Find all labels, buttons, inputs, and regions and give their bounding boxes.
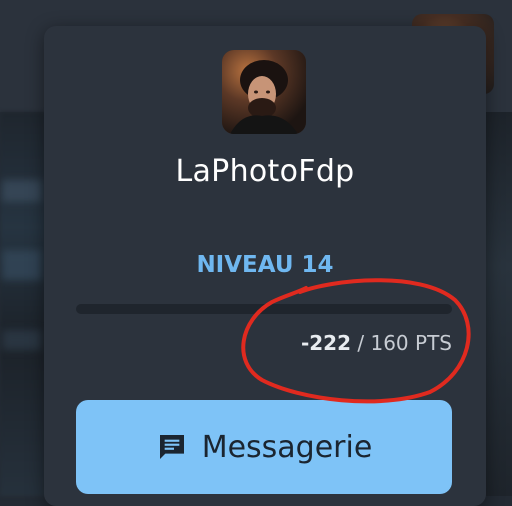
points-separator: / [351,331,371,355]
background-blur-shape [2,330,42,350]
messagerie-label: Messagerie [201,429,373,465]
profile-avatar[interactable] [222,50,306,134]
background-blur-shape [2,250,42,280]
profile-username: LaPhotoFdp [175,154,355,189]
messagerie-button[interactable]: Messagerie [76,400,452,494]
chat-icon [156,431,188,463]
points-readout: -222 / 160 PTS [301,331,452,355]
points-total: 160 PTS [370,331,452,355]
level-progress-bar [76,304,452,314]
profile-card: LaPhotoFdp NIVEAU 14 -222 / 160 PTS Mess… [44,26,486,506]
background-blurred-sidebar [0,112,46,496]
level-label: NIVEAU 14 [196,252,334,278]
background-blurred-panel [486,112,512,496]
avatar-image [222,50,306,134]
background-blur-shape [2,180,42,202]
points-current: -222 [300,331,352,355]
